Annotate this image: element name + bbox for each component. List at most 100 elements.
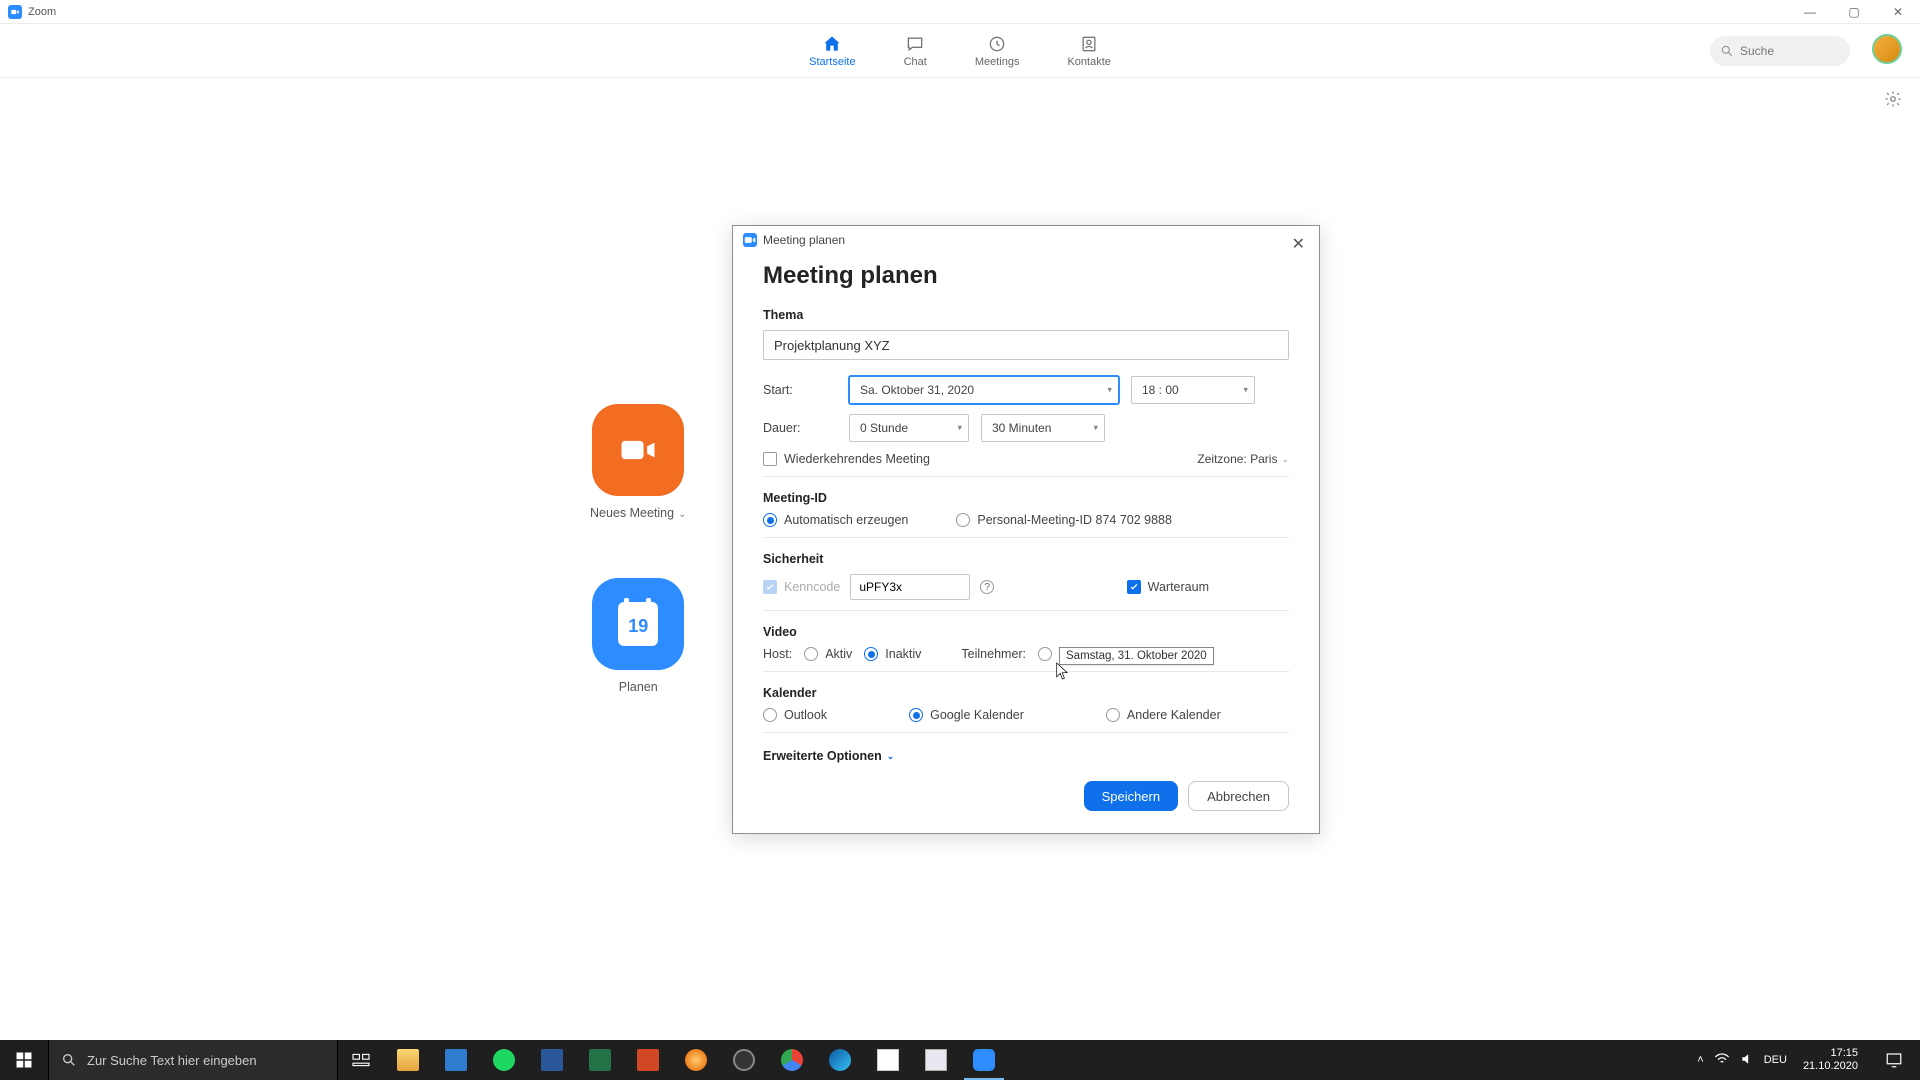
tray-chevron-icon[interactable]: ˄ (1697, 1054, 1703, 1066)
duration-mins-value: 30 Minuten (992, 421, 1051, 435)
other-calendar-label: Andere Kalender (1127, 708, 1221, 722)
chevron-down-icon: ⌄ (1281, 454, 1289, 465)
taskbar-app-calc[interactable] (912, 1040, 960, 1080)
dialog-title: Meeting planen (763, 233, 845, 247)
duration-hours-select[interactable]: 0 Stunde ▾ (849, 414, 969, 442)
video-title: Video (763, 625, 1289, 639)
advanced-options-expand[interactable]: Erweiterte Optionen ⌄ (763, 749, 894, 763)
close-icon[interactable]: ✕ (1286, 232, 1311, 256)
active-label: Aktiv (825, 647, 852, 661)
taskbar-app-spotify[interactable] (480, 1040, 528, 1080)
outlook-label: Outlook (784, 708, 827, 722)
security-title: Sicherheit (763, 552, 1289, 566)
taskbar-app-edge[interactable] (816, 1040, 864, 1080)
duration-mins-select[interactable]: 30 Minuten ▾ (981, 414, 1105, 442)
divider (763, 732, 1289, 733)
dialog-body: Meeting planen Thema Start: Sa. Oktober … (733, 254, 1319, 833)
meeting-id-title: Meeting-ID (763, 491, 1289, 505)
tray-date: 21.10.2020 (1803, 1060, 1858, 1073)
auto-id-radio[interactable]: Automatisch erzeugen (763, 513, 908, 527)
start-time-select[interactable]: 18 : 00 ▾ (1131, 376, 1255, 404)
taskbar-app-zoom[interactable] (960, 1040, 1008, 1080)
save-button[interactable]: Speichern (1084, 781, 1179, 811)
security-row: Kenncode ? Warteraum (763, 574, 1289, 600)
auto-id-label: Automatisch erzeugen (784, 513, 908, 527)
tray-lang[interactable]: DEU (1764, 1054, 1787, 1066)
cancel-button[interactable]: Abbrechen (1188, 781, 1289, 811)
inactive-label: Inaktiv (885, 647, 921, 661)
taskbar-app-firefox[interactable] (672, 1040, 720, 1080)
google-calendar-radio[interactable]: Google Kalender (909, 708, 1024, 722)
taskbar-app-word[interactable] (528, 1040, 576, 1080)
meeting-id-row: Automatisch erzeugen Personal-Meeting-ID… (763, 513, 1289, 527)
recurring-checkbox[interactable]: Wiederkehrendes Meeting (763, 452, 930, 466)
taskbar-search-placeholder: Zur Suche Text hier eingeben (87, 1053, 257, 1068)
chevron-down-icon: ⌄ (887, 751, 895, 762)
taskbar-app-chrome[interactable] (768, 1040, 816, 1080)
waiting-room-label: Warteraum (1148, 580, 1209, 594)
topic-input[interactable] (763, 330, 1289, 360)
host-active-radio[interactable]: Aktiv (804, 647, 852, 661)
dialog-button-row: Speichern Abbrechen (763, 781, 1289, 811)
tray-notifications-icon[interactable] (1874, 1040, 1914, 1080)
advanced-label: Erweiterte Optionen (763, 749, 882, 763)
chevron-down-icon: ▾ (1107, 385, 1112, 396)
calendar-row: Outlook Google Kalender Andere Kalender (763, 708, 1289, 722)
recurring-row: Wiederkehrendes Meeting Zeitzone: Paris … (763, 452, 1289, 466)
system-tray: ˄ DEU 17:15 21.10.2020 (1697, 1040, 1920, 1080)
chevron-down-icon: ▾ (1093, 423, 1098, 434)
divider (763, 610, 1289, 611)
passcode-input[interactable] (850, 574, 970, 600)
taskbar-app-mail[interactable] (432, 1040, 480, 1080)
taskbar-app-explorer[interactable] (384, 1040, 432, 1080)
pmi-label: Personal-Meeting-ID 874 702 9888 (977, 513, 1172, 527)
taskbar: Zur Suche Text hier eingeben ˄ DEU 17:15… (0, 1040, 1920, 1080)
recurring-label: Wiederkehrendes Meeting (784, 452, 930, 466)
outlook-radio[interactable]: Outlook (763, 708, 827, 722)
dialog-titlebar: Meeting planen ✕ (733, 226, 1319, 254)
taskbar-app-excel[interactable] (576, 1040, 624, 1080)
chevron-down-icon: ▾ (1243, 385, 1248, 396)
divider (763, 671, 1289, 672)
divider (763, 476, 1289, 477)
start-row: Start: Sa. Oktober 31, 2020 ▾ 18 : 00 ▾ (763, 376, 1289, 404)
timezone-select[interactable]: Zeitzone: Paris ⌄ (1197, 452, 1289, 466)
host-label: Host: (763, 647, 792, 661)
divider (763, 537, 1289, 538)
passcode-checkbox: Kenncode (763, 580, 840, 594)
dialog-heading: Meeting planen (763, 262, 1289, 290)
duration-row: Dauer: 0 Stunde ▾ 30 Minuten ▾ (763, 414, 1289, 442)
taskbar-app-obs[interactable] (720, 1040, 768, 1080)
topic-label: Thema (763, 308, 1289, 322)
participant-label: Teilnehmer: (961, 647, 1026, 661)
info-icon[interactable]: ? (980, 580, 994, 594)
google-label: Google Kalender (930, 708, 1024, 722)
start-time-value: 18 : 00 (1142, 383, 1179, 397)
video-row: Host: Aktiv Inaktiv Teilnehmer: Ak Samst… (763, 647, 1289, 661)
pmi-radio[interactable]: Personal-Meeting-ID 874 702 9888 (956, 513, 1172, 527)
waiting-room-checkbox[interactable]: Warteraum (1127, 580, 1209, 594)
dialog-overlay: Meeting planen ✕ Meeting planen Thema St… (0, 0, 1920, 1080)
tray-clock[interactable]: 17:15 21.10.2020 (1797, 1047, 1864, 1073)
zoom-app-icon (743, 233, 757, 247)
passcode-label: Kenncode (784, 580, 840, 594)
taskbar-app-powerpoint[interactable] (624, 1040, 672, 1080)
host-inactive-radio[interactable]: Inaktiv (864, 647, 921, 661)
duration-label: Dauer: (763, 421, 837, 435)
tray-time: 17:15 (1803, 1047, 1858, 1060)
start-date-value: Sa. Oktober 31, 2020 (860, 383, 974, 397)
duration-hours-value: 0 Stunde (860, 421, 908, 435)
task-view-icon[interactable] (338, 1040, 384, 1080)
date-tooltip: Samstag, 31. Oktober 2020 (1059, 647, 1214, 665)
schedule-meeting-dialog: Meeting planen ✕ Meeting planen Thema St… (732, 225, 1320, 834)
calendar-title: Kalender (763, 686, 1289, 700)
taskbar-search[interactable]: Zur Suche Text hier eingeben (48, 1040, 338, 1080)
taskbar-app-notepad[interactable] (864, 1040, 912, 1080)
taskbar-apps (384, 1040, 1008, 1080)
start-button[interactable] (0, 1040, 48, 1080)
tray-volume-icon[interactable] (1740, 1052, 1754, 1069)
other-calendar-radio[interactable]: Andere Kalender (1106, 708, 1221, 722)
start-date-select[interactable]: Sa. Oktober 31, 2020 ▾ (849, 376, 1119, 404)
timezone-value: Zeitzone: Paris (1197, 452, 1277, 466)
tray-wifi-icon[interactable] (1714, 1053, 1730, 1068)
